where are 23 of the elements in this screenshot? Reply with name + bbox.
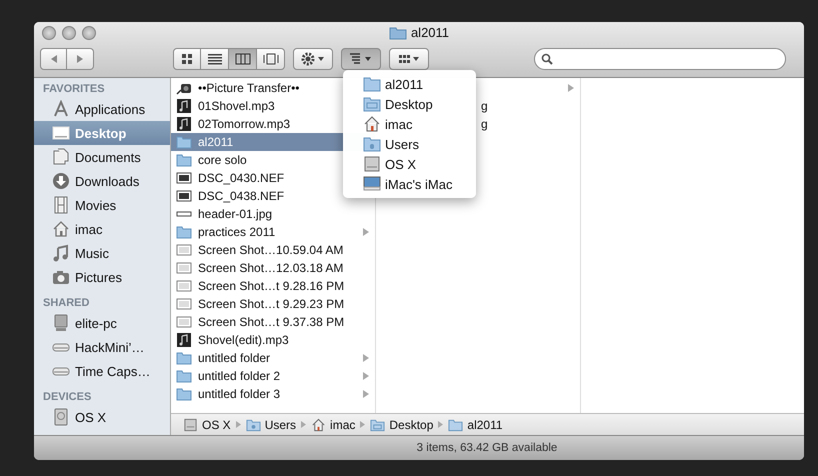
file-name: Screen Shot…t 9.37.38 PM (198, 315, 344, 329)
file-name: Screen Shot…12.03.18 AM (198, 261, 344, 275)
file-name: header-01.jpg (198, 207, 272, 221)
file-name: 02Tomorrow.mp3 (198, 117, 290, 131)
file-name: Shovel(edit).mp3 (198, 333, 289, 347)
file-name: Screen Shot…t 9.28.16 PM (198, 279, 344, 293)
file-name: practices 2011 (198, 225, 276, 239)
file-name: al2011 (198, 135, 234, 149)
file-name: Screen Shot…t 9.29.23 PM (198, 297, 344, 311)
file-name: untitled folder 2 (198, 369, 280, 383)
status-text: 3 items, 63.42 GB available (34, 435, 804, 460)
file-name: untitled folder 3 (198, 387, 280, 401)
sidebar-heading: SHARED (42, 296, 90, 311)
sidebar-heading: DEVICES (42, 390, 92, 405)
file-name: DSC_0430.NEF (198, 171, 284, 185)
file-name: Screen Shot…10.59.04 AM (198, 243, 344, 257)
file-name: untitled folder (198, 351, 270, 365)
file-name: 01Shovel.mp3 (198, 99, 275, 113)
file-name: core solo (198, 153, 247, 167)
sidebar-heading: FAVORITES (42, 82, 106, 97)
file-name: DSC_0438.NEF (198, 189, 284, 203)
window-title: al2011 (410, 25, 450, 40)
file-name: ••Picture Transfer•• (198, 81, 300, 95)
